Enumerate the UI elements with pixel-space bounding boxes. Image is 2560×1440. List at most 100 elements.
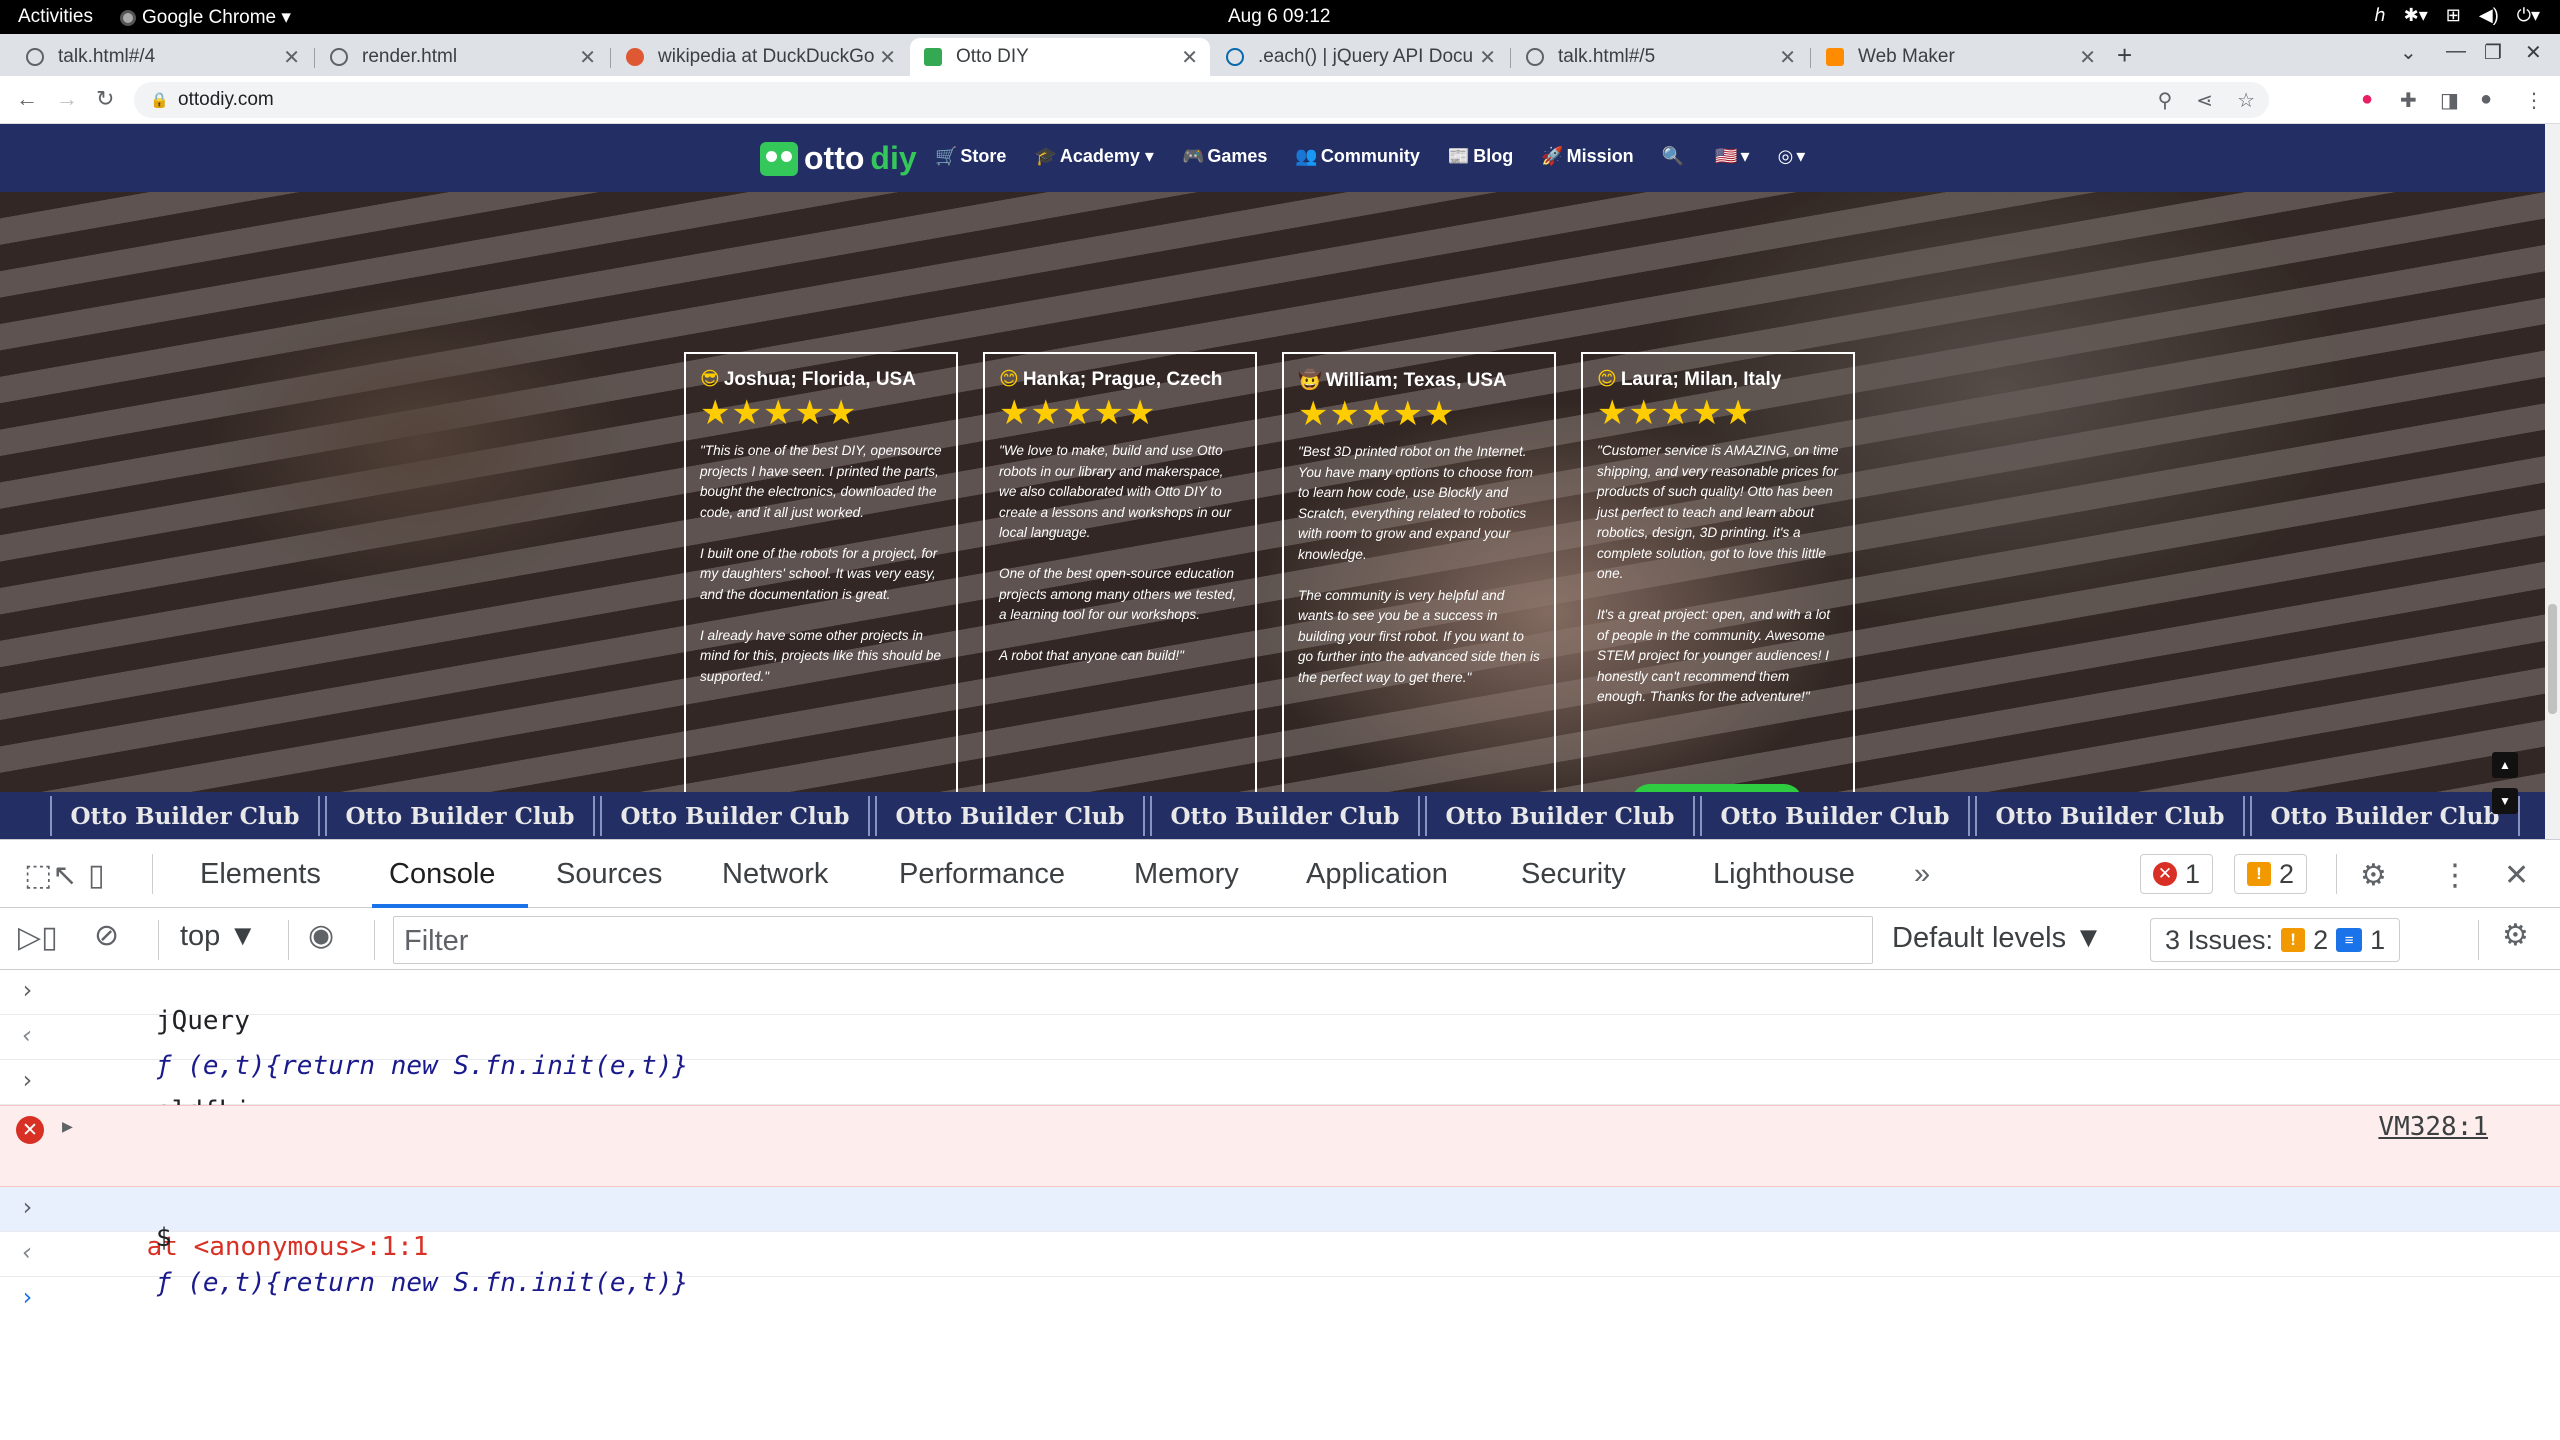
tab-memory[interactable]: Memory: [1134, 858, 1239, 891]
clock[interactable]: Aug 6 09:12: [1228, 6, 1330, 28]
power-icon[interactable]: ⏻▾: [2517, 5, 2540, 26]
site-nav-item[interactable]: 🎮 Games: [1182, 146, 1267, 167]
site-nav-item[interactable]: 👥 Community: [1295, 146, 1419, 167]
close-tab-icon[interactable]: ✕: [879, 45, 896, 70]
chrome-menu-icon[interactable]: ⋮: [2524, 88, 2544, 113]
volume-icon[interactable]: ◀): [2479, 5, 2499, 26]
warning-count-badge[interactable]: ! 2: [2234, 854, 2308, 894]
otto-diy-logo[interactable]: otto diy: [760, 140, 917, 177]
app-menu[interactable]: Google Chrome ▾: [120, 6, 291, 29]
nav-item-label: Academy ▾: [1059, 146, 1154, 166]
close-window-icon[interactable]: ✕: [2525, 40, 2542, 65]
close-tab-icon[interactable]: ✕: [283, 45, 300, 70]
scroll-up-button[interactable]: ▲: [2492, 752, 2518, 778]
tab-security[interactable]: Security: [1521, 858, 1626, 891]
app-menu-label: Google Chrome ▾: [142, 7, 291, 28]
console-result-line[interactable]: ‹ ƒ (e,t){return new S.fn.init(e,t)}: [0, 1015, 2560, 1081]
extensions-puzzle-icon[interactable]: ✚: [2400, 88, 2417, 113]
more-options-icon[interactable]: ⋮: [2440, 858, 2470, 893]
tab-web-maker[interactable]: Web Maker ✕: [1812, 38, 2108, 76]
tab-search-icon[interactable]: ⌄: [2400, 40, 2417, 65]
tab-sources[interactable]: Sources: [556, 858, 662, 891]
close-tab-icon[interactable]: ✕: [1779, 45, 1796, 70]
lock-icon[interactable]: 🔒: [150, 91, 169, 109]
system-tray[interactable]: ℎ ✱▾ ⊞ ◀) ⏻▾: [2374, 5, 2540, 26]
device-toolbar-icon[interactable]: ▯: [88, 858, 105, 893]
live-expression-eye-icon[interactable]: ◉: [308, 918, 334, 953]
nav-item-label: Store: [960, 146, 1007, 166]
hp-icon[interactable]: ℎ: [2374, 5, 2385, 26]
review-text: "Best 3D printed robot on the Internet. …: [1298, 444, 1540, 685]
tab-elements[interactable]: Elements: [200, 858, 321, 891]
otto-robot-logo-icon: [760, 141, 798, 176]
close-devtools-icon[interactable]: ✕: [2504, 858, 2529, 893]
extension-record-icon[interactable]: ●: [2361, 88, 2373, 111]
review-card-hanka: 😊 Hanka; Prague, Czech ★★★★★ "We love to …: [983, 352, 1257, 839]
site-nav-item[interactable]: 🎓 Academy ▾: [1034, 146, 1154, 167]
profile-avatar-icon[interactable]: ●: [2480, 88, 2492, 111]
zoom-icon[interactable]: ⚲: [2158, 88, 2173, 113]
console-settings-gear-icon[interactable]: ⚙: [2502, 918, 2529, 953]
scroll-down-button[interactable]: ▼: [2492, 788, 2518, 814]
close-tab-icon[interactable]: ✕: [579, 45, 596, 70]
accessibility-icon[interactable]: ✱▾: [2404, 5, 2428, 26]
console-error-message[interactable]: ✕ ▶ Uncaught ReferenceError: sldfkj is n…: [0, 1105, 2560, 1262]
bookmark-star-icon[interactable]: ☆: [2237, 88, 2255, 113]
tab-jquery-each[interactable]: .each() | jQuery API Docu ✕: [1212, 38, 1508, 76]
error-count-badge[interactable]: ✕ 1: [2140, 854, 2214, 894]
console-input-line[interactable]: › $: [0, 1187, 2560, 1253]
tab-otto-diy[interactable]: Otto DIY ✕: [910, 38, 1210, 76]
page-viewport: otto diy 🛒 Store 🎓 Academy ▾ 🎮 Games 👥 Community…: [0, 124, 2545, 839]
site-nav-item[interactable]: 🚀 Mission: [1541, 146, 1633, 167]
site-nav-item[interactable]: ◎ ▾: [1778, 146, 1806, 167]
show-sidebar-icon[interactable]: ▷▯: [18, 920, 58, 955]
restore-icon[interactable]: ❐: [2484, 40, 2502, 65]
back-icon[interactable]: ←: [16, 86, 38, 112]
site-nav-item[interactable]: 📰 Blog: [1448, 146, 1513, 167]
console-prompt[interactable]: ›: [0, 1277, 2560, 1322]
tab-talk-5[interactable]: talk.html#/5 ✕: [1512, 38, 1808, 76]
tab-duckduckgo[interactable]: wikipedia at DuckDuckGo ✕: [612, 38, 908, 76]
tab-talk-4[interactable]: talk.html#/4 ✕: [12, 38, 312, 76]
tab-performance[interactable]: Performance: [899, 858, 1065, 891]
five-stars-rating: ★★★★★: [1597, 394, 1755, 432]
network-icon[interactable]: ⊞: [2446, 5, 2461, 26]
scrollbar-thumb[interactable]: [2548, 604, 2557, 714]
address-bar[interactable]: 🔒 ottodiy.com ⚲ ⋖ ☆: [134, 82, 2269, 118]
share-icon[interactable]: ⋖: [2196, 88, 2213, 113]
otto-builder-club-banner: Otto Builder Club Otto Builder Club Otto B…: [0, 792, 2545, 839]
page-scrollbar[interactable]: [2545, 124, 2560, 839]
tab-console[interactable]: Console: [389, 858, 495, 891]
close-tab-icon[interactable]: ✕: [1181, 45, 1198, 70]
console-input-line[interactable]: › jQuery: [0, 970, 2560, 1036]
minimize-icon[interactable]: —: [2446, 40, 2466, 63]
site-nav-item[interactable]: 🔍: [1662, 146, 1687, 167]
console-output[interactable]: › jQuery ‹ ƒ (e,t){return new S.fn.init(e,…: [0, 970, 2560, 1322]
close-tab-icon[interactable]: ✕: [2079, 45, 2096, 70]
console-filter-input[interactable]: Filter: [393, 916, 1873, 964]
forward-icon[interactable]: →: [56, 86, 78, 112]
site-nav-item[interactable]: 🛒 Store: [935, 146, 1006, 167]
settings-gear-icon[interactable]: ⚙: [2360, 858, 2387, 893]
console-input-line[interactable]: ›sldfkj: [0, 1060, 2560, 1126]
tab-network[interactable]: Network: [722, 858, 828, 891]
site-nav-item[interactable]: 🇺🇸 ▾: [1715, 146, 1749, 167]
tab-render[interactable]: render.html ✕: [316, 38, 608, 76]
clear-console-icon[interactable]: ⊘: [94, 918, 119, 953]
tab-application[interactable]: Application: [1306, 858, 1448, 891]
expand-triangle-icon[interactable]: ▶: [62, 1116, 73, 1137]
context-selector[interactable]: top ▼: [180, 920, 257, 953]
log-levels-dropdown[interactable]: Default levels ▼: [1892, 922, 2103, 955]
reload-icon[interactable]: ↻: [96, 86, 114, 112]
close-tab-icon[interactable]: ✕: [1479, 45, 1496, 70]
nav-item-label: Community: [1320, 146, 1420, 166]
new-tab-button[interactable]: +: [2117, 40, 2132, 71]
more-tabs-chevron-icon[interactable]: »: [1914, 858, 1930, 891]
issues-button[interactable]: 3 Issues: ! 2 ≡ 1: [2150, 918, 2401, 962]
console-result-line[interactable]: ‹ ƒ (e,t){return new S.fn.init(e,t)}: [0, 1232, 2560, 1298]
activities-button[interactable]: Activities: [18, 6, 93, 28]
error-source-link[interactable]: VM328:1: [2378, 1112, 2488, 1142]
tab-lighthouse[interactable]: Lighthouse: [1713, 858, 1855, 891]
side-panel-icon[interactable]: ◨: [2440, 88, 2459, 113]
inspect-element-icon[interactable]: ⬚↖: [24, 858, 77, 893]
